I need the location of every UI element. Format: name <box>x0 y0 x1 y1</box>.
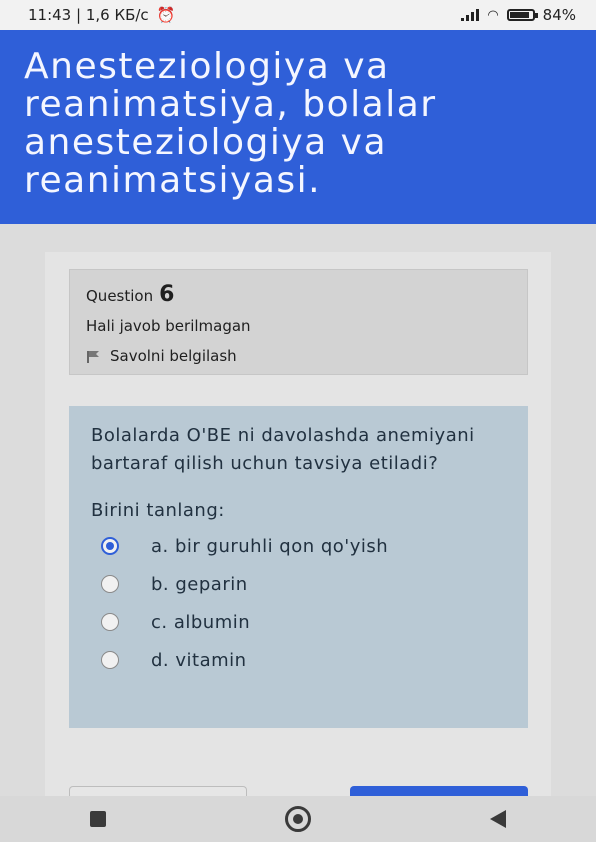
question-info: Question 6 Hali javob berilmagan Savolni… <box>69 269 528 375</box>
radio-button-b[interactable] <box>101 575 119 593</box>
wifi-icon: ◠ <box>487 7 499 23</box>
question-state: Hali javob berilmagan <box>86 317 251 335</box>
home-icon[interactable] <box>284 806 311 832</box>
question-label: Question <box>86 287 154 305</box>
answer-label-a: a. bir guruhli qon qo'yish <box>151 535 389 557</box>
answer-prompt: Birini tanlang: <box>91 500 225 521</box>
radio-button-d[interactable] <box>101 651 119 669</box>
status-bar: 11:43 | 1,6 КБ/с ⏰ ◠ 84% <box>0 0 596 30</box>
answer-option-c[interactable]: c. albumin <box>91 603 506 641</box>
page-title: Anesteziologiya va reanimatsiya, bolalar… <box>24 48 572 200</box>
recents-icon[interactable] <box>89 811 106 827</box>
question-number-line: Question 6 <box>86 282 511 307</box>
answer-list: a. bir guruhli qon qo'yish b. geparin c.… <box>91 527 506 679</box>
back-icon[interactable] <box>490 810 507 828</box>
flag-label: Savolni belgilash <box>110 347 237 365</box>
question-number: 6 <box>159 282 175 307</box>
battery-icon <box>506 9 538 21</box>
answer-label-d: d. vitamin <box>151 649 247 671</box>
answer-option-d[interactable]: d. vitamin <box>91 641 506 679</box>
radio-button-a[interactable] <box>101 537 119 555</box>
status-time-speed: 11:43 | 1,6 КБ/с <box>28 6 149 24</box>
status-right: ◠ 84% <box>461 6 576 24</box>
question-content: Bolalarda O'BE ni davolashda anemiyani b… <box>69 406 528 728</box>
title-line: reanimatsiyasi. <box>24 160 322 201</box>
answer-option-b[interactable]: b. geparin <box>91 565 506 603</box>
signal-icon <box>461 9 480 21</box>
flag-icon <box>86 349 100 363</box>
flag-question-link[interactable]: Savolni belgilash <box>86 347 511 365</box>
radio-button-c[interactable] <box>101 613 119 631</box>
answer-option-a[interactable]: a. bir guruhli qon qo'yish <box>91 527 506 565</box>
answer-label-c: c. albumin <box>151 611 251 633</box>
title-line: Anesteziologiya va <box>24 46 390 87</box>
status-left: 11:43 | 1,6 КБ/с ⏰ <box>28 6 175 24</box>
title-line: anesteziologiya va <box>24 122 388 163</box>
page-header: Anesteziologiya va reanimatsiya, bolalar… <box>0 30 596 224</box>
battery-percent: 84% <box>542 6 576 24</box>
question-text: Bolalarda O'BE ni davolashda anemiyani b… <box>91 425 475 474</box>
android-nav-bar <box>0 796 596 842</box>
title-line: reanimatsiya, bolalar <box>24 84 437 125</box>
alarm-clock-icon: ⏰ <box>156 6 176 24</box>
answer-label-b: b. geparin <box>151 573 248 595</box>
